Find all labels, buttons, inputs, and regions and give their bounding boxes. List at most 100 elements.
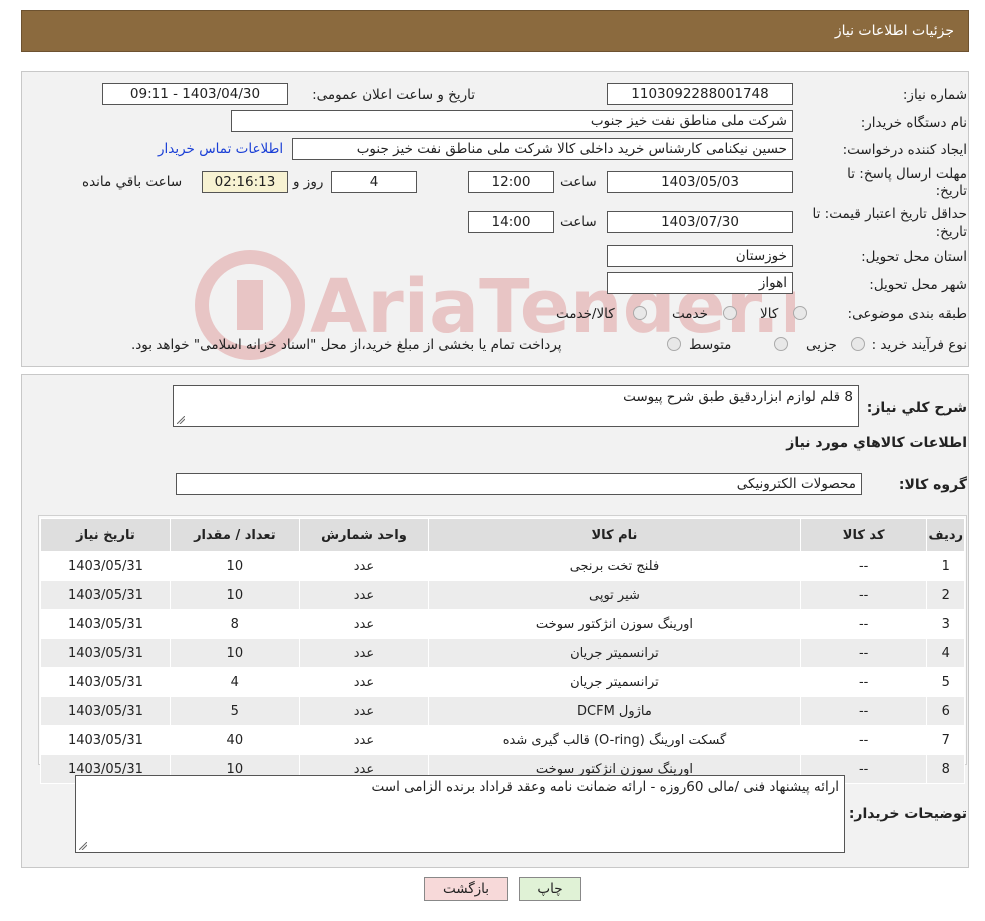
cell-qty: 5 <box>169 696 300 726</box>
cell-code: -- <box>799 696 928 726</box>
col-header-row: ردیف <box>926 518 965 552</box>
validity-label: حداقل تاریخ اعتبار قیمت: تا <box>812 206 967 222</box>
cell-row-number: 2 <box>926 580 965 610</box>
cell-date: 1403/05/31 <box>40 696 171 726</box>
cell-unit: عدد <box>298 725 430 755</box>
cell-unit: عدد <box>298 551 430 581</box>
buyer-notes-label: توضیحات خریدار: <box>848 806 967 822</box>
category-radio-goods-service[interactable] <box>633 306 647 320</box>
col-header-unit: واحد شمارش <box>298 518 430 552</box>
need-number-label: شماره نیاز: <box>902 87 967 103</box>
table-header-row: ردیف کد کالا نام کالا واحد شمارش تعداد /… <box>40 518 965 552</box>
cell-row-number: 4 <box>926 638 965 668</box>
city-field: اهواز <box>607 272 793 294</box>
table-row: 4 -- ترانسمیتر جریان عدد 10 1403/05/31 <box>40 638 965 668</box>
cell-code: -- <box>799 609 928 639</box>
table-row: 5 -- ترانسمیتر جریان عدد 4 1403/05/31 <box>40 667 965 697</box>
cell-qty: 10 <box>169 638 300 668</box>
validity-date-field: 1403/07/30 <box>607 211 793 233</box>
creator-label: ایجاد کننده درخواست: <box>842 142 967 158</box>
creator-field: حسین نیکنامی کارشناس خرید داخلی کالا شرک… <box>292 138 793 160</box>
summary-label: شرح کلي نیاز: <box>866 400 967 416</box>
cell-date: 1403/05/31 <box>40 551 171 581</box>
cell-qty: 4 <box>169 667 300 697</box>
cell-name: فلنج تخت برنجی <box>428 551 801 581</box>
cell-qty: 10 <box>169 580 300 610</box>
cell-qty: 10 <box>169 551 300 581</box>
table-row: 1 -- فلنج تخت برنجی عدد 10 1403/05/31 <box>40 551 965 581</box>
print-button[interactable]: چاپ <box>519 877 581 901</box>
days-label: روز و <box>293 174 324 190</box>
category-option-goods: کالا <box>760 306 779 322</box>
col-header-code: کد کالا <box>799 518 928 552</box>
cell-unit: عدد <box>298 638 430 668</box>
items-table: ردیف کد کالا نام کالا واحد شمارش تعداد /… <box>40 518 965 784</box>
cell-qty: 40 <box>169 725 300 755</box>
city-label: شهر محل تحویل: <box>869 277 967 293</box>
cell-unit: عدد <box>298 580 430 610</box>
buyer-notes-text: ارائه پیشنهاد فنی /مالی 60روزه - ارائه ض… <box>371 779 839 795</box>
cell-date: 1403/05/31 <box>40 580 171 610</box>
col-header-name: نام کالا <box>428 518 801 552</box>
category-option-service: خدمت <box>672 306 708 322</box>
buyer-contact-link[interactable]: اطلاعات تماس خریدار <box>158 141 283 157</box>
table-row: 7 -- گسکت اورینگ (O-ring) قالب گیری شده … <box>40 725 965 755</box>
validity-label-2: تاریخ: <box>935 224 967 240</box>
process-radio-minor[interactable] <box>851 337 865 351</box>
process-option-minor: جزیی <box>806 337 837 353</box>
deadline-time-label: ساعت <box>560 174 597 190</box>
cell-row-number: 6 <box>926 696 965 726</box>
announce-label: تاریخ و ساعت اعلان عمومی: <box>312 87 475 103</box>
cell-name: ماژول DCFM <box>428 696 801 726</box>
group-field: محصولات الکترونیکی <box>176 473 862 495</box>
cell-name: شیر توپی <box>428 580 801 610</box>
category-label: طبقه بندی موضوعی: <box>847 306 967 322</box>
page-title: جزئیات اطلاعات نیاز <box>834 23 954 39</box>
process-label: نوع فرآیند خرید : <box>871 337 967 353</box>
process-radio-treasury[interactable] <box>667 337 681 351</box>
resize-grip-icon[interactable] <box>79 842 87 850</box>
deadline-label-2: تاریخ: <box>935 183 967 199</box>
cell-code: -- <box>799 725 928 755</box>
deadline-label: مهلت ارسال پاسخ: تا <box>847 166 967 182</box>
cell-code: -- <box>799 551 928 581</box>
table-row: 6 -- ماژول DCFM عدد 5 1403/05/31 <box>40 696 965 726</box>
cell-date: 1403/05/31 <box>40 609 171 639</box>
cell-name: ترانسمیتر جریان <box>428 667 801 697</box>
process-radio-medium[interactable] <box>774 337 788 351</box>
validity-time-field: 14:00 <box>468 211 554 233</box>
cell-name: ترانسمیتر جریان <box>428 638 801 668</box>
table-row: 3 -- اورینگ سوزن انژکتور سوخت عدد 8 1403… <box>40 609 965 639</box>
days-field: 4 <box>331 171 417 193</box>
cell-code: -- <box>799 580 928 610</box>
cell-code: -- <box>799 667 928 697</box>
process-option-medium: متوسط <box>689 337 732 353</box>
category-radio-goods[interactable] <box>793 306 807 320</box>
buyer-notes-field: ارائه پیشنهاد فنی /مالی 60روزه - ارائه ض… <box>75 775 845 853</box>
cell-row-number: 3 <box>926 609 965 639</box>
summary-text: 8 قلم لوازم ابزاردقیق طبق شرح پیوست <box>623 389 853 405</box>
col-header-qty: تعداد / مقدار <box>169 518 300 552</box>
cell-qty: 8 <box>169 609 300 639</box>
resize-grip-icon[interactable] <box>177 416 185 424</box>
cell-unit: عدد <box>298 667 430 697</box>
cell-date: 1403/05/31 <box>40 638 171 668</box>
cell-code: -- <box>799 638 928 668</box>
page-header: جزئیات اطلاعات نیاز <box>21 10 969 52</box>
cell-row-number: 8 <box>926 754 965 784</box>
cell-unit: عدد <box>298 609 430 639</box>
process-note: پرداخت تمام یا بخشی از مبلغ خرید،از محل … <box>131 337 562 353</box>
buyer-org-label: نام دستگاه خریدار: <box>860 115 967 131</box>
deadline-date-field: 1403/05/03 <box>607 171 793 193</box>
province-field: خوزستان <box>607 245 793 267</box>
back-button[interactable]: بازگشت <box>424 877 508 901</box>
category-option-goods-service: کالا/خدمت <box>556 306 615 322</box>
cell-unit: عدد <box>298 696 430 726</box>
buyer-org-field: شرکت ملی مناطق نفت خیز جنوب <box>231 110 793 132</box>
remaining-time-field: 02:16:13 <box>202 171 288 193</box>
cell-row-number: 7 <box>926 725 965 755</box>
items-section-title: اطلاعات کالاهاي مورد نیاز <box>786 435 967 451</box>
category-radio-service[interactable] <box>723 306 737 320</box>
summary-field: 8 قلم لوازم ابزاردقیق طبق شرح پیوست <box>173 385 859 427</box>
deadline-time-field: 12:00 <box>468 171 554 193</box>
